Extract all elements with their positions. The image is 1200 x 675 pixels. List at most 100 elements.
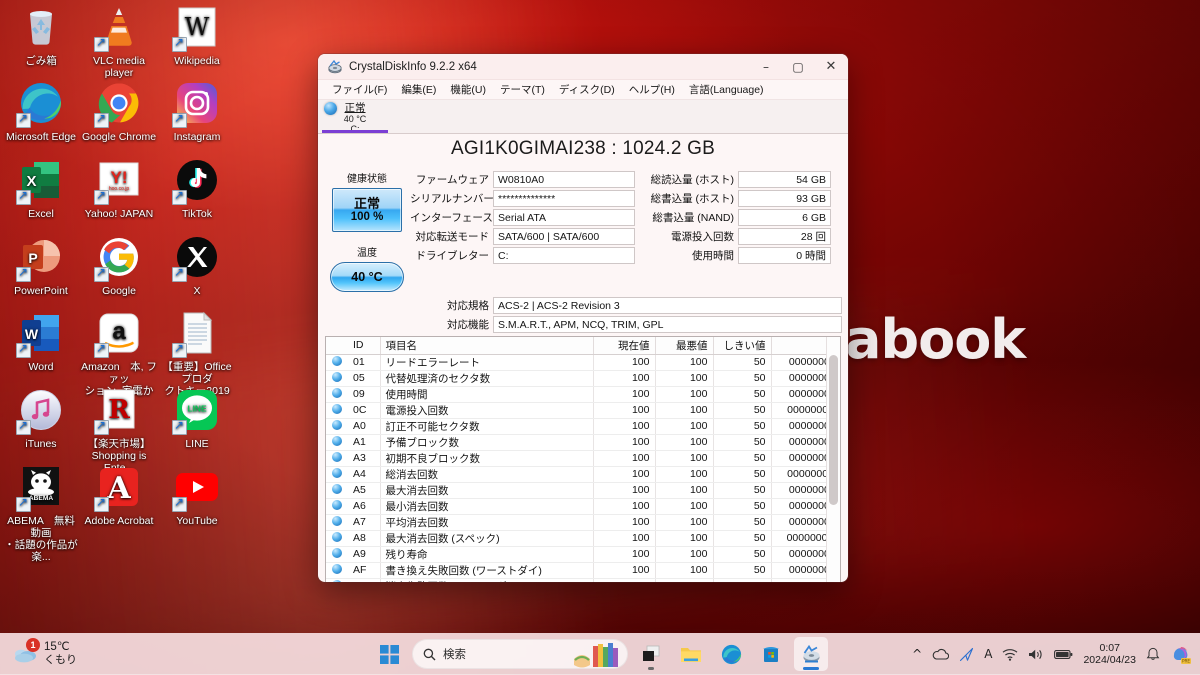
table-scrollbar-thumb[interactable] [829, 355, 838, 505]
table-header-1[interactable]: ID [348, 337, 380, 354]
taskbar-clock[interactable]: 0:07 2024/04/23 [1083, 642, 1136, 667]
info-value[interactable]: 0 時間 [738, 247, 831, 264]
table-row[interactable]: A0訂正不可能セクタ数10010050000000000000 [326, 418, 841, 434]
tray-chevron-up-icon[interactable]: ^ [912, 647, 922, 661]
temperature-badge[interactable]: 40 °C [330, 262, 404, 292]
desktop-icon-x[interactable]: X [158, 234, 236, 297]
onedrive-icon[interactable] [932, 648, 949, 661]
cell-worst: 100 [655, 370, 713, 386]
task-view-button[interactable] [634, 637, 668, 671]
table-row[interactable]: A6最小消去回数10010050000000000000 [326, 498, 841, 514]
info-value[interactable]: W0810A0 [493, 171, 635, 188]
send-icon[interactable] [959, 647, 974, 662]
table-row[interactable]: A4総消去回数1001005000000000008C [326, 466, 841, 482]
menu-bar[interactable]: ファイル(F)編集(E)機能(U)テーマ(T)ディスク(D)ヘルプ(H)言語(L… [318, 80, 848, 100]
table-header-0[interactable] [326, 337, 348, 354]
desktop-icon-chrome[interactable]: Google Chrome [80, 80, 158, 143]
ime-alphanumeric-icon[interactable]: A [984, 647, 992, 661]
menu-item-4[interactable]: ディスク(D) [552, 80, 622, 99]
table-row[interactable]: 09使用時間10010050000000000000 [326, 386, 841, 402]
table-row[interactable]: B0消去失敗回数 (ワーストダイ)10010050000000000000 [326, 578, 841, 582]
window-controls[interactable]: – ▢ ✕ [750, 54, 848, 80]
desktop-icon-yahoo-japan[interactable]: Y!hoo.co.jpYahoo! JAPAN [80, 157, 158, 220]
copilot-icon[interactable]: PRE [1170, 643, 1192, 665]
desktop-icon-excel[interactable]: XExcel [2, 157, 80, 220]
volume-icon[interactable] [1028, 648, 1044, 661]
maximize-button[interactable]: ▢ [782, 54, 814, 80]
desktop-icon-line[interactable]: LINELINE [158, 387, 236, 450]
table-header-3[interactable]: 現在値 [593, 337, 655, 354]
desktop-icon-label: X [193, 285, 200, 297]
menu-item-2[interactable]: 機能(U) [443, 80, 493, 99]
table-row[interactable]: A3初期不良ブロック数10010050000000000009 [326, 450, 841, 466]
menu-item-5[interactable]: ヘルプ(H) [622, 80, 682, 99]
table-header-4[interactable]: 最悪値 [655, 337, 713, 354]
desktop-icon-instagram[interactable]: Instagram [158, 80, 236, 143]
shortcut-arrow-icon [94, 190, 109, 205]
info-value[interactable]: SATA/600 | SATA/600 [493, 228, 635, 245]
menu-item-6[interactable]: 言語(Language) [682, 80, 771, 99]
table-row[interactable]: AF書き換え失敗回数 (ワーストダイ)10010050000000000000 [326, 562, 841, 578]
info-value[interactable]: C: [493, 247, 635, 264]
desktop-icon-youtube[interactable]: YouTube [158, 464, 236, 527]
info-value[interactable]: 6 GB [738, 209, 831, 226]
desktop-icon-rakuten[interactable]: R【楽天市場】Shopping is Ente... [80, 387, 158, 474]
desktop-icon-recycle-bin[interactable]: ごみ箱 [2, 4, 80, 67]
table-row[interactable]: 01リードエラーレート10010050000000000000 [326, 354, 841, 370]
info-value[interactable]: S.M.A.R.T., APM, NCQ, TRIM, GPL [493, 316, 842, 333]
battery-icon[interactable] [1054, 649, 1073, 660]
microsoft-edge-button[interactable] [714, 637, 748, 671]
table-row[interactable]: A9残り寿命10010050000000000064 [326, 546, 841, 562]
info-value[interactable]: ************** [493, 190, 635, 207]
table-header-5[interactable]: しきい値 [713, 337, 771, 354]
desktop-icon-abema[interactable]: ABEMAABEMA 無料動画・話題の作品が楽... [2, 464, 80, 563]
desktop-icon-itunes[interactable]: iTunes [2, 387, 80, 450]
desktop-icon-tiktok[interactable]: TikTok [158, 157, 236, 220]
microsoft-store-button[interactable] [754, 637, 788, 671]
desktop-icon-vlc[interactable]: VLC media player [80, 4, 158, 79]
window-titlebar[interactable]: CrystalDiskInfo 9.2.2 x64 – ▢ ✕ [318, 54, 848, 80]
table-row[interactable]: 05代替処理済のセクタ数10010050000000000000 [326, 370, 841, 386]
close-button[interactable]: ✕ [814, 54, 848, 80]
notification-bell-icon[interactable] [1146, 647, 1160, 662]
wifi-icon[interactable] [1002, 648, 1018, 661]
info-value[interactable]: 28 回 [738, 228, 831, 245]
table-row[interactable]: A7平均消去回数10010050000000000000 [326, 514, 841, 530]
desktop-icon-label: 【重要】Officeプロダ [162, 361, 231, 385]
table-header-2[interactable]: 項目名 [380, 337, 593, 354]
crystaldiskinfo-taskbar-button[interactable] [794, 637, 828, 671]
svg-text:a: a [112, 318, 126, 345]
table-row[interactable]: A5最大消去回数10010050000000000001 [326, 482, 841, 498]
disk-tab-bar[interactable]: 正常 40 °C C: [318, 100, 848, 134]
cell-worst: 100 [655, 578, 713, 582]
desktop-icon-google[interactable]: Google [80, 234, 158, 297]
table-row[interactable]: A1予備ブロック数10010050000000000064 [326, 434, 841, 450]
desktop-icon-wikipedia[interactable]: WWikipedia [158, 4, 236, 67]
health-status-badge[interactable]: 正常 100 % [332, 188, 402, 232]
menu-item-3[interactable]: テーマ(T) [493, 80, 552, 99]
table-row[interactable]: 0C電源投入回数1001005000000000001C [326, 402, 841, 418]
desktop-icon-word[interactable]: WWord [2, 310, 80, 373]
taskbar[interactable]: 1 15℃ くもり 検索 [0, 633, 1200, 675]
crystaldiskinfo-window[interactable]: CrystalDiskInfo 9.2.2 x64 – ▢ ✕ ファイル(F)編… [318, 54, 848, 582]
desktop-icon-edge[interactable]: Microsoft Edge [2, 80, 80, 143]
start-button[interactable] [372, 637, 406, 671]
search-input[interactable]: 検索 [412, 639, 628, 669]
table-row[interactable]: A8最大消去回数 (スペック)10010050000000000EE0 [326, 530, 841, 546]
info-value[interactable]: ACS-2 | ACS-2 Revision 3 [493, 297, 842, 314]
desktop-icon-text-document[interactable]: 【重要】Officeプロダクトキー2019 [158, 310, 236, 397]
menu-item-1[interactable]: 編集(E) [394, 80, 443, 99]
info-value[interactable]: 54 GB [738, 171, 831, 188]
info-value[interactable]: 93 GB [738, 190, 831, 207]
table-scrollbar-track[interactable] [826, 337, 840, 582]
file-explorer-button[interactable] [674, 637, 708, 671]
system-tray[interactable]: ^ A 0:07 2024/04/23 [912, 642, 1192, 667]
disk-tab-c[interactable]: 正常 40 °C C: [322, 100, 388, 133]
smart-attributes-table-container[interactable]: ID項目名現在値最悪値しきい値生の値 01リードエラーレート1001005000… [325, 336, 841, 582]
info-value[interactable]: Serial ATA [493, 209, 635, 226]
cell-id: A3 [348, 450, 380, 466]
desktop-icon-powerpoint[interactable]: PPowerPoint [2, 234, 80, 297]
desktop-icon-adobe-acrobat[interactable]: AAdobe Acrobat [80, 464, 158, 527]
menu-item-0[interactable]: ファイル(F) [325, 80, 394, 99]
minimize-button[interactable]: – [750, 54, 782, 80]
